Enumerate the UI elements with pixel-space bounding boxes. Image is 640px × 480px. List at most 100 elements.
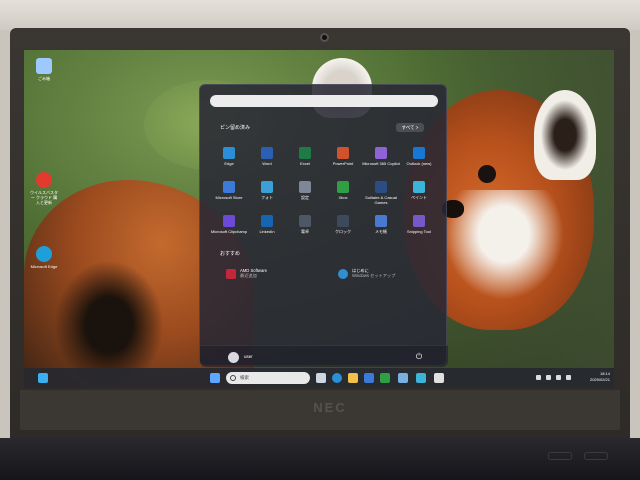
start-icon[interactable] bbox=[210, 373, 220, 383]
recommended-item[interactable]: AMD Software 最近追加 bbox=[226, 268, 310, 279]
taskbar-search-input[interactable]: 検索 bbox=[226, 372, 310, 384]
app-icon bbox=[413, 215, 425, 227]
app-icon bbox=[261, 215, 273, 227]
keyboard-key bbox=[584, 452, 608, 460]
pinned-app[interactable]: 設定 bbox=[286, 181, 324, 201]
pinned-app-label: フォト bbox=[261, 195, 273, 200]
pinned-app[interactable]: Solitaire & Casual Games bbox=[362, 181, 400, 206]
pinned-app[interactable]: Snipping Tool bbox=[400, 215, 438, 235]
pinned-app[interactable]: LinkedIn bbox=[248, 215, 286, 235]
pinned-app[interactable]: Xbox bbox=[324, 181, 362, 201]
pinned-app-label: PowerPoint bbox=[332, 161, 354, 166]
pinned-app-label: Microsoft Store bbox=[215, 195, 243, 200]
file-explorer-icon[interactable] bbox=[348, 373, 358, 383]
app-icon bbox=[375, 181, 387, 193]
pinned-app[interactable]: メモ帳 bbox=[362, 215, 400, 235]
app-icon bbox=[375, 215, 387, 227]
brand-logo: NEC bbox=[313, 400, 347, 415]
desktop-icon-label: ウイルスバスター クラウド 購入と更新 bbox=[30, 190, 58, 205]
edge-taskbar-icon[interactable] bbox=[332, 373, 342, 383]
pinned-app[interactable]: 電卓 bbox=[286, 215, 324, 235]
edge-icon bbox=[36, 246, 52, 262]
app-taskbar-icon[interactable] bbox=[416, 373, 426, 383]
wallpaper-red-panda-eye bbox=[478, 165, 496, 183]
pinned-app-label: Microsoft Clipchamp bbox=[210, 229, 248, 234]
pinned-app-label: Word bbox=[262, 161, 272, 166]
desktop-icon-label: Microsoft Edge bbox=[30, 264, 58, 269]
battery-icon[interactable] bbox=[566, 375, 571, 380]
desktop-icon-label: ごみ箱 bbox=[38, 76, 50, 81]
pinned-app-label: 設定 bbox=[301, 195, 309, 200]
recommended-item-subtitle: 最近追加 bbox=[240, 273, 257, 278]
widgets-icon[interactable] bbox=[38, 373, 48, 383]
store-icon[interactable] bbox=[364, 373, 374, 383]
pinned-app[interactable]: Word bbox=[248, 147, 286, 167]
pinned-app[interactable]: ペイント bbox=[400, 181, 438, 201]
pinned-app-label: Xbox bbox=[338, 195, 348, 200]
pinned-app-label: ペイント bbox=[411, 195, 427, 200]
pinned-app-label: Snipping Tool bbox=[407, 229, 431, 234]
wallpaper-red-panda-ear bbox=[534, 90, 596, 180]
app-icon bbox=[299, 215, 311, 227]
app-icon bbox=[375, 147, 387, 159]
app-icon bbox=[337, 181, 349, 193]
pinned-app[interactable]: フォト bbox=[248, 181, 286, 201]
app-icon bbox=[223, 181, 235, 193]
start-search-input[interactable] bbox=[210, 95, 438, 107]
taskbar: 検索 18:14 2025/02/21 bbox=[24, 368, 614, 388]
task-view-icon[interactable] bbox=[316, 373, 326, 383]
recommended-section-title: おすすめ bbox=[220, 251, 241, 257]
pinned-app-label: クロック bbox=[335, 229, 351, 234]
pinned-app[interactable]: Microsoft Store bbox=[210, 181, 248, 201]
all-apps-button[interactable]: すべて > bbox=[396, 123, 424, 132]
pinned-app[interactable]: Microsoft 365 Copilot bbox=[362, 147, 400, 167]
app-taskbar-icon[interactable] bbox=[398, 373, 408, 383]
desktop-icon-virus-buster[interactable]: ウイルスバスター クラウド 購入と更新 bbox=[29, 172, 59, 205]
pinned-app-label: 電卓 bbox=[301, 229, 309, 234]
pinned-app[interactable]: PowerPoint bbox=[324, 147, 362, 167]
virus-buster-icon bbox=[36, 172, 52, 188]
pinned-section-title: ピン留め済み bbox=[220, 125, 251, 131]
recommended-item[interactable]: はじめに Windows セットアップ bbox=[338, 268, 432, 279]
app-icon bbox=[413, 181, 425, 193]
wifi-icon[interactable] bbox=[546, 375, 551, 380]
webcam-icon bbox=[320, 33, 329, 42]
app-icon bbox=[223, 147, 235, 159]
pinned-app[interactable]: Excel bbox=[286, 147, 324, 167]
app-taskbar-icon[interactable] bbox=[434, 373, 444, 383]
app-icon bbox=[261, 181, 273, 193]
app-icon bbox=[299, 147, 311, 159]
keyboard-key bbox=[548, 452, 572, 460]
background-wall bbox=[0, 0, 640, 30]
pinned-app-label: LinkedIn bbox=[259, 229, 275, 234]
desktop-icon-edge[interactable]: Microsoft Edge bbox=[29, 246, 59, 269]
desktop-icon-recycle-bin[interactable]: ごみ箱 bbox=[29, 58, 59, 81]
power-icon[interactable]: ⏻ bbox=[414, 352, 424, 362]
pinned-app[interactable]: Edge bbox=[210, 147, 248, 167]
avatar[interactable] bbox=[228, 352, 239, 363]
search-icon bbox=[230, 375, 236, 381]
pinned-app-label: Microsoft 365 Copilot bbox=[362, 161, 400, 166]
pinned-app-label: メモ帳 bbox=[375, 229, 387, 234]
start-user-bar: user ⏻ bbox=[200, 345, 448, 367]
keyboard-deck bbox=[0, 438, 640, 480]
app-icon bbox=[413, 147, 425, 159]
amd-software-icon bbox=[226, 269, 236, 279]
clock-date: 2025/02/21 bbox=[589, 377, 610, 382]
get-started-icon bbox=[338, 269, 348, 279]
pinned-app[interactable]: Outlook (new) bbox=[400, 147, 438, 167]
pinned-app[interactable]: Microsoft Clipchamp bbox=[210, 215, 248, 235]
app-icon bbox=[337, 147, 349, 159]
pinned-app[interactable]: クロック bbox=[324, 215, 362, 235]
pinned-app-label: Excel bbox=[300, 161, 310, 166]
start-menu: ピン留め済み すべて > Edge Word Excel PowerPoint Micr… bbox=[199, 84, 448, 367]
user-name[interactable]: user bbox=[244, 354, 253, 359]
chevron-up-icon[interactable] bbox=[536, 375, 541, 380]
speaker-icon[interactable] bbox=[556, 375, 561, 380]
app-taskbar-icon[interactable] bbox=[380, 373, 390, 383]
recycle-bin-icon bbox=[36, 58, 52, 74]
clock[interactable]: 18:14 2025/02/21 bbox=[578, 371, 610, 383]
recommended-item-subtitle: Windows セットアップ bbox=[352, 273, 396, 278]
app-icon bbox=[299, 181, 311, 193]
app-icon bbox=[223, 215, 235, 227]
